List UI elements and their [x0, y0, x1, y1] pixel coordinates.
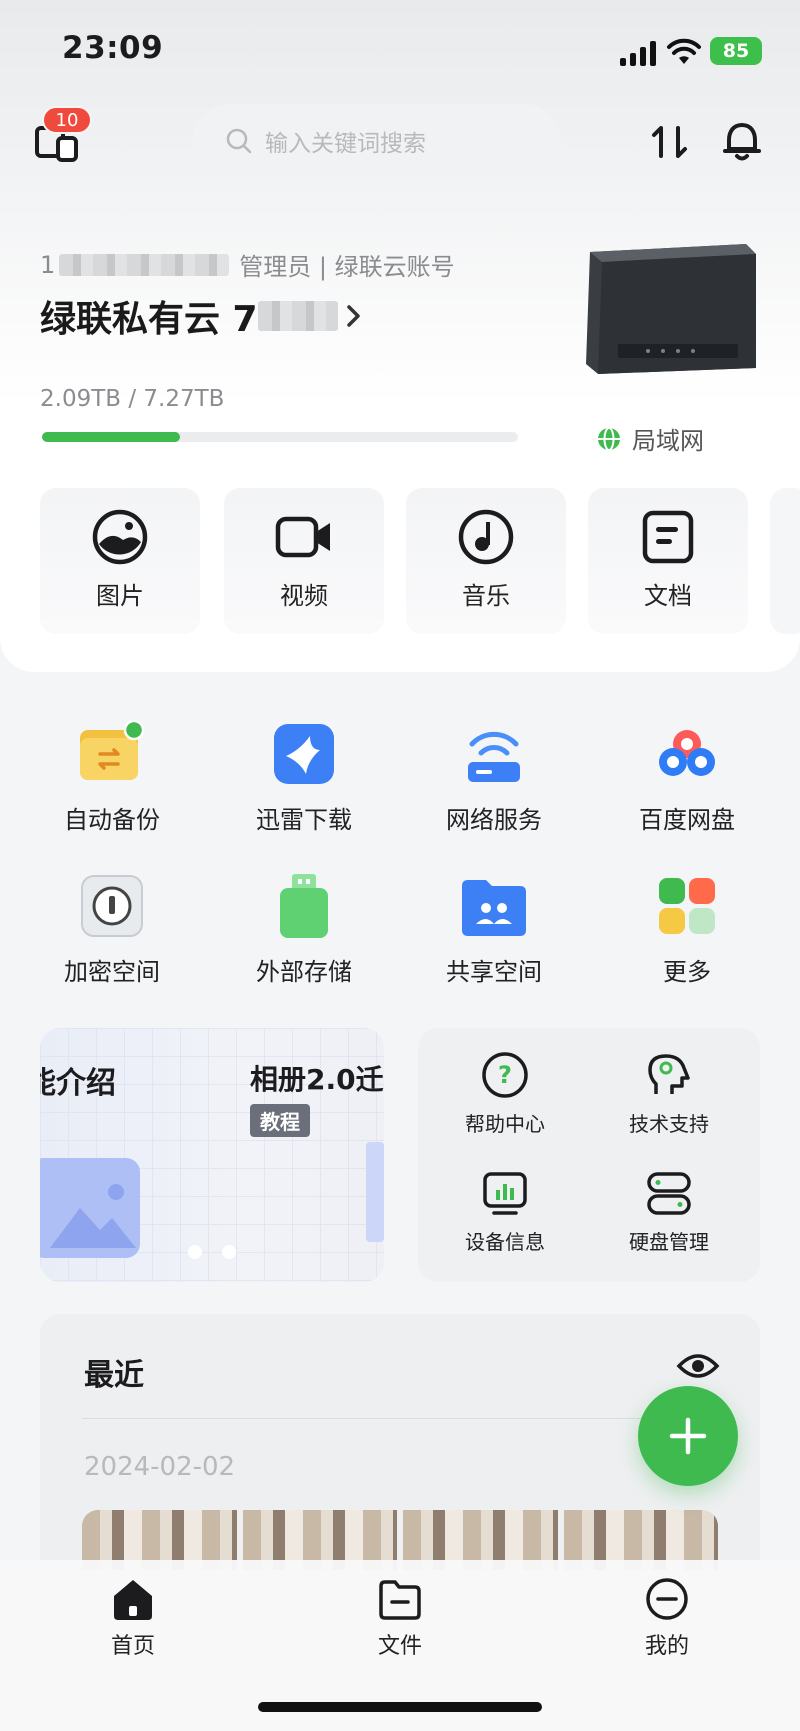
nav-files[interactable]: 文件	[330, 1576, 470, 1660]
carousel-dot[interactable]	[222, 1245, 236, 1259]
tool-label: 技术支持	[629, 1112, 709, 1136]
external-storage-icon	[280, 874, 328, 938]
category-overflow-tile	[770, 488, 800, 634]
banner-title-2: 相册2.0迁	[250, 1063, 384, 1096]
app-label: 外部存储	[256, 958, 352, 986]
baidu-netdisk-icon	[659, 730, 715, 776]
app-label: 更多	[663, 958, 711, 986]
wifi-icon	[667, 38, 701, 64]
tool-device-info[interactable]: 设备信息	[430, 1168, 580, 1255]
more-apps-icon	[659, 878, 715, 934]
tool-label: 设备信息	[465, 1230, 545, 1254]
app-network-service[interactable]: 网络服务	[414, 720, 574, 835]
app-label: 百度网盘	[639, 806, 735, 834]
bell-icon[interactable]	[720, 120, 764, 164]
gallery-image-icon	[40, 1158, 140, 1258]
network-label: 局域网	[632, 427, 704, 455]
category-video[interactable]: 视频	[224, 488, 384, 634]
search-placeholder: 输入关键词搜索	[265, 131, 426, 157]
category-label: 图片	[96, 582, 144, 610]
app-more[interactable]: 更多	[607, 872, 767, 987]
device-name[interactable]: 绿联私有云 7	[40, 290, 364, 342]
photo-icon	[92, 509, 148, 565]
document-icon	[642, 510, 694, 564]
category-photo[interactable]: 图片	[40, 488, 200, 634]
app-shared-space[interactable]: 共享空间	[414, 872, 574, 987]
blurred-account-id	[59, 253, 230, 276]
home-indicator	[258, 1702, 542, 1712]
svg-text:?: ?	[498, 1061, 512, 1089]
globe-icon	[598, 426, 620, 451]
network-service-icon	[468, 731, 520, 782]
files-icon	[379, 1580, 421, 1620]
storage-usage-text: 2.09TB / 7.27TB	[40, 386, 225, 412]
cellular-signal-icon	[620, 41, 656, 66]
home-icon	[114, 1580, 152, 1620]
nav-label: 我的	[644, 1634, 689, 1659]
profile-icon	[646, 1578, 688, 1620]
tool-help-center[interactable]: ? 帮助中心	[430, 1050, 580, 1137]
app-label: 加密空间	[64, 958, 160, 986]
category-label: 视频	[280, 582, 328, 610]
add-button[interactable]	[638, 1386, 738, 1486]
nas-device-image	[586, 244, 756, 374]
tool-tech-support[interactable]: 技术支持	[594, 1050, 744, 1137]
device-name-label: 绿联私有云 7	[40, 299, 258, 340]
app-label: 自动备份	[64, 806, 160, 834]
blurred-device-suffix	[257, 301, 338, 331]
app-encrypted-space[interactable]: 加密空间	[32, 872, 192, 987]
promo-banner[interactable]: 能介绍 相册2.0迁 教程	[40, 1028, 384, 1282]
app-label: 网络服务	[446, 806, 542, 834]
network-status[interactable]: 局域网	[596, 421, 704, 456]
app-thunder-download[interactable]: 迅雷下载	[224, 720, 384, 835]
app-baidu-netdisk[interactable]: 百度网盘	[607, 720, 767, 835]
notification-badge: 10	[42, 106, 92, 134]
storage-progress-fill	[42, 432, 181, 442]
recent-date: 2024-02-02	[84, 1452, 236, 1482]
music-icon	[458, 509, 514, 565]
category-document[interactable]: 文档	[588, 488, 748, 634]
thunder-download-icon	[274, 724, 334, 784]
app-label: 共享空间	[446, 958, 542, 986]
app-auto-backup[interactable]: 自动备份	[32, 720, 192, 835]
tool-disk-management[interactable]: 硬盘管理	[594, 1168, 744, 1255]
disk-management-icon	[647, 1172, 691, 1215]
account-role-line: 1 管理员 | 绿联云账号	[40, 247, 455, 282]
banner-title-1: 能介绍	[40, 1066, 116, 1101]
app-label: 迅雷下载	[256, 806, 352, 834]
search-icon	[226, 128, 252, 154]
shared-space-icon	[462, 880, 526, 936]
nav-label: 首页	[110, 1634, 155, 1659]
app-external-storage[interactable]: 外部存储	[224, 872, 384, 987]
search-bar[interactable]: 输入关键词搜索	[193, 104, 561, 178]
category-label: 音乐	[462, 582, 510, 610]
auto-backup-icon	[80, 720, 145, 780]
tool-label: 帮助中心	[465, 1112, 545, 1136]
chevron-right-icon	[346, 305, 360, 327]
plus-icon	[669, 1417, 707, 1455]
device-info-icon	[483, 1172, 527, 1215]
divider	[82, 1418, 642, 1419]
transfer-icon[interactable]	[650, 122, 690, 162]
account-roles: 管理员 | 绿联云账号	[239, 253, 455, 281]
storage-progress-bar	[42, 432, 518, 442]
eye-icon[interactable]	[676, 1350, 720, 1382]
recent-title: 最近	[84, 1358, 144, 1393]
category-label: 文档	[644, 582, 692, 610]
tech-support-icon	[648, 1054, 690, 1094]
tool-label: 硬盘管理	[629, 1230, 709, 1254]
category-music[interactable]: 音乐	[406, 488, 566, 634]
video-icon	[275, 516, 330, 558]
nav-home[interactable]: 首页	[63, 1576, 203, 1660]
encrypted-space-icon	[81, 875, 143, 937]
nav-label: 文件	[377, 1634, 422, 1659]
status-time: 23:09	[62, 30, 164, 66]
help-center-icon: ?	[482, 1052, 528, 1098]
account-id-prefix: 1	[40, 250, 56, 279]
banner-tag: 教程	[250, 1104, 310, 1137]
carousel-dot[interactable]	[188, 1245, 202, 1259]
banner-next-slide-edge	[366, 1142, 384, 1242]
battery-indicator: 85	[710, 37, 762, 65]
nav-profile[interactable]: 我的	[597, 1576, 737, 1660]
